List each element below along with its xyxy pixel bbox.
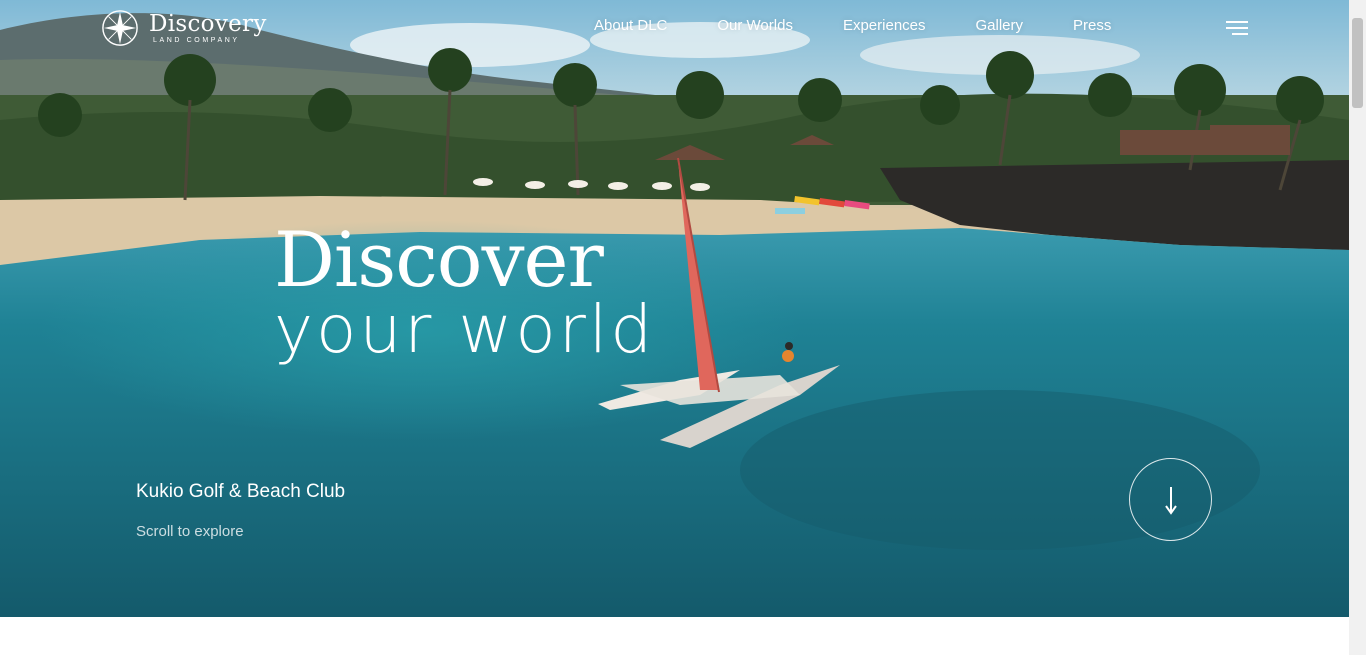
arrow-down-icon (1164, 486, 1177, 515)
scroll-down-button[interactable] (1129, 458, 1212, 541)
nav-item-press[interactable]: Press (1073, 17, 1111, 34)
hamburger-icon[interactable] (1226, 21, 1248, 37)
scroll-hint: Scroll to explore (136, 523, 244, 540)
brand-logo[interactable]: Discovery LAND COMPANY (101, 9, 267, 47)
compass-icon (102, 10, 138, 46)
main-nav: About DLC Our Worlds Experiences Gallery… (594, 17, 1161, 34)
nav-item-gallery[interactable]: Gallery (976, 17, 1024, 34)
headline-line-1: Discover (274, 215, 604, 304)
hero-headline: Discover your world (274, 220, 655, 366)
nav-item-about-dlc[interactable]: About DLC (594, 17, 667, 34)
headline-line-2: your world (274, 291, 656, 368)
location-title: Kukio Golf & Beach Club (136, 481, 346, 502)
hero-section: Discovery LAND COMPANY About DLC Our Wor… (0, 0, 1349, 617)
brand-name: Discovery (149, 10, 267, 37)
page-scrollbar[interactable] (1349, 0, 1366, 655)
scrollbar-thumb[interactable] (1352, 18, 1363, 108)
nav-item-our-worlds[interactable]: Our Worlds (717, 17, 793, 34)
brand-subtitle: LAND COMPANY (153, 36, 240, 44)
nav-item-experiences[interactable]: Experiences (843, 17, 926, 34)
